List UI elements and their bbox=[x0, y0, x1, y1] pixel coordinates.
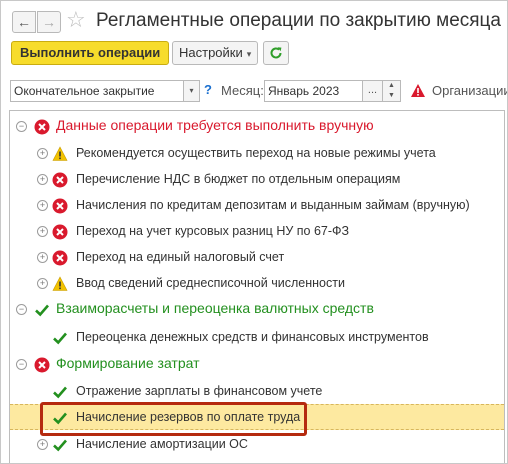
tree-group-label: Формирование затрат bbox=[56, 355, 200, 371]
tree-item-label: Переоценка денежных средств и финансовых… bbox=[76, 330, 429, 344]
expand-icon[interactable]: + bbox=[37, 278, 48, 289]
chevron-down-icon: ▾ bbox=[246, 49, 252, 59]
page-title: Регламентные операции по закрытию месяца bbox=[96, 10, 501, 31]
checkmark-icon bbox=[35, 304, 49, 317]
tree-item-label: Перечисление НДС в бюджет по отдельным о… bbox=[76, 172, 401, 186]
collapse-icon[interactable]: − bbox=[16, 121, 27, 132]
back-button[interactable]: ← bbox=[12, 11, 36, 33]
collapse-icon[interactable]: − bbox=[16, 304, 27, 315]
dropdown-arrow-icon[interactable]: ▾ bbox=[183, 81, 199, 101]
closing-mode-select[interactable]: Окончательное закрытие ▾ bbox=[10, 80, 200, 102]
tree-item[interactable]: + Переход на единый налоговый счет bbox=[10, 245, 504, 271]
tree-item-label: Начисление амортизации ОС bbox=[76, 437, 248, 451]
spin-down-icon[interactable]: ▼ bbox=[383, 91, 400, 101]
tree-item-label: Начисление резервов по оплате труда bbox=[76, 410, 301, 424]
expand-icon[interactable]: + bbox=[37, 226, 48, 237]
expand-icon[interactable]: + bbox=[37, 200, 48, 211]
tree-item[interactable]: + Начисления по кредитам депозитам и выд… bbox=[10, 193, 504, 219]
checkmark-icon bbox=[53, 439, 67, 452]
arrow-left-icon: ← bbox=[17, 14, 31, 30]
tree-group-label: Данные операции требуется выполнить вруч… bbox=[56, 117, 374, 133]
month-field[interactable]: Январь 2023 ... ▲ ▼ bbox=[264, 80, 401, 102]
checkmark-icon bbox=[53, 332, 67, 345]
tree-item[interactable]: + Переход на учет курсовых разниц НУ по … bbox=[10, 219, 504, 245]
month-value: Январь 2023 bbox=[268, 84, 340, 98]
forward-button[interactable]: → bbox=[37, 11, 61, 33]
checkmark-icon bbox=[53, 412, 67, 425]
tree-group-costs[interactable]: − Формирование затрат bbox=[10, 352, 504, 378]
refresh-icon bbox=[270, 47, 282, 59]
tree-item[interactable]: Отражение зарплаты в финансовом учете bbox=[10, 379, 504, 405]
error-status-icon bbox=[52, 198, 68, 214]
tree-group-label: Взаиморасчеты и переоценка валютных сред… bbox=[56, 300, 374, 316]
expand-icon[interactable]: + bbox=[37, 174, 48, 185]
tree-item-label: Начисления по кредитам депозитам и выдан… bbox=[76, 198, 470, 212]
collapse-icon[interactable]: − bbox=[16, 359, 27, 370]
arrow-right-icon: → bbox=[42, 14, 56, 30]
tree-item-label: Переход на учет курсовых разниц НУ по 67… bbox=[76, 224, 350, 238]
tree-item[interactable]: + Рекомендуется осуществить переход на н… bbox=[10, 141, 504, 167]
tree-item-label: Отражение зарплаты в финансовом учете bbox=[76, 384, 323, 398]
closing-mode-value: Окончательное закрытие bbox=[14, 84, 155, 98]
operations-tree[interactable]: − Данные операции требуется выполнить вр… bbox=[9, 110, 505, 463]
favorite-star-icon[interactable]: ☆ bbox=[66, 7, 86, 33]
window-frame: ← → ☆ Регламентные операции по закрытию … bbox=[0, 0, 508, 464]
warning-status-icon bbox=[52, 146, 68, 161]
tree-item-label: Рекомендуется осуществить переход на нов… bbox=[76, 146, 436, 160]
error-status-icon bbox=[34, 119, 50, 135]
month-label: Месяц: bbox=[221, 83, 264, 98]
month-choose-button[interactable]: ... bbox=[362, 81, 382, 101]
error-status-icon bbox=[52, 224, 68, 240]
checkmark-icon bbox=[53, 386, 67, 399]
expand-icon[interactable]: + bbox=[37, 252, 48, 263]
warning-icon bbox=[410, 83, 426, 103]
organizations-label: Организации: bbox=[432, 83, 508, 98]
error-status-icon bbox=[52, 250, 68, 266]
refresh-button[interactable] bbox=[263, 41, 289, 65]
tree-item-label: Ввод сведений среднесписочной численност… bbox=[76, 276, 345, 290]
tree-item[interactable]: + Ввод сведений среднесписочной численно… bbox=[10, 271, 504, 297]
warning-status-icon bbox=[52, 276, 68, 291]
expand-icon[interactable]: + bbox=[37, 148, 48, 159]
tree-item[interactable]: + Начисление амортизации ОС bbox=[10, 432, 504, 458]
help-icon[interactable]: ? bbox=[204, 82, 212, 97]
tree-item[interactable]: Переоценка денежных средств и финансовых… bbox=[10, 325, 504, 351]
run-operations-button[interactable]: Выполнить операции bbox=[11, 41, 170, 65]
tree-group-currency[interactable]: − Взаиморасчеты и переоценка валютных ср… bbox=[10, 297, 504, 323]
error-status-icon bbox=[52, 172, 68, 188]
settings-menu-button[interactable]: Настройки ▾ bbox=[172, 41, 259, 65]
tree-item-selected[interactable]: Начисление резервов по оплате труда bbox=[10, 404, 504, 430]
tree-item[interactable]: + Перечисление НДС в бюджет по отдельным… bbox=[10, 167, 504, 193]
error-status-icon bbox=[34, 357, 50, 373]
settings-label: Настройки bbox=[179, 45, 243, 60]
spin-up-icon[interactable]: ▲ bbox=[383, 81, 400, 91]
tree-item-label: Переход на единый налоговый счет bbox=[76, 250, 285, 264]
tree-group-manual[interactable]: − Данные операции требуется выполнить вр… bbox=[10, 114, 504, 140]
expand-icon[interactable]: + bbox=[37, 439, 48, 450]
month-spinner[interactable]: ▲ ▼ bbox=[382, 81, 400, 101]
